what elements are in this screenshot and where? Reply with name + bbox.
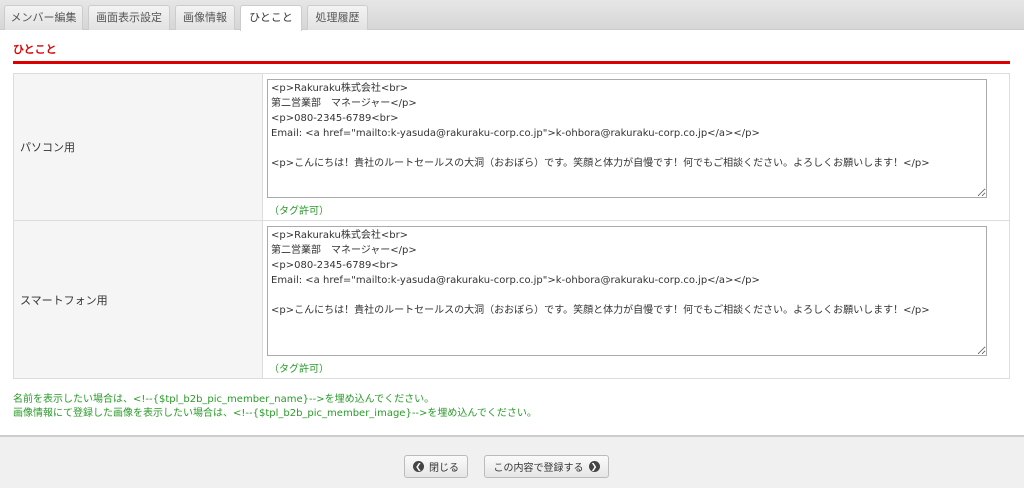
chevron-left-icon: ❮ <box>413 461 424 472</box>
smartphone-label: スマートフォン用 <box>14 221 263 378</box>
pc-textarea[interactable]: <p>Rakuraku株式会社<br> 第二営業部 マネージャー</p> <p>… <box>267 79 987 198</box>
tab-bar: メンバー編集 画面表示設定 画像情報 ひとこと 処理履歴 <box>0 0 1024 31</box>
smartphone-textarea[interactable]: <p>Rakuraku株式会社<br> 第二営業部 マネージャー</p> <p>… <box>267 226 987 356</box>
help-note-image: 画像情報にて登録した画像を表示したい場合は、<!--{$tpl_b2b_pic_… <box>13 408 537 419</box>
section-title: ひとこと <box>13 43 57 56</box>
smartphone-tag-note: （タグ許可） <box>269 364 329 375</box>
help-note-name: 名前を表示したい場合は、<!--{$tpl_b2b_pic_member_nam… <box>13 394 435 405</box>
tab-history[interactable]: 処理履歴 <box>307 5 368 30</box>
chevron-right-icon: ❯ <box>588 461 600 472</box>
help-notes: 名前を表示したい場合は、<!--{$tpl_b2b_pic_member_nam… <box>13 393 537 421</box>
close-button[interactable]: ❮ 閉じる <box>404 455 468 478</box>
tab-member-edit[interactable]: メンバー編集 <box>4 5 83 30</box>
table-row-smartphone: スマートフォン用 <p>Rakuraku株式会社<br> 第二営業部 マネージャ… <box>14 221 1009 378</box>
pc-tag-note: （タグ許可） <box>269 206 329 217</box>
close-button-label: 閉じる <box>429 463 459 474</box>
tab-display-settings[interactable]: 画面表示設定 <box>88 5 170 30</box>
footer-bar: ❮ 閉じる この内容で登録する ❯ <box>0 435 1024 488</box>
tab-image-info[interactable]: 画像情報 <box>175 5 235 30</box>
table-row-pc: パソコン用 <p>Rakuraku株式会社<br> 第二営業部 マネージャー</… <box>14 74 1009 221</box>
pc-label: パソコン用 <box>14 74 263 220</box>
section-divider <box>13 61 1010 64</box>
submit-button[interactable]: この内容で登録する ❯ <box>484 455 609 478</box>
form-table: パソコン用 <p>Rakuraku株式会社<br> 第二営業部 マネージャー</… <box>13 73 1010 379</box>
tab-hitokoto[interactable]: ひとこと <box>240 5 302 31</box>
submit-button-label: この内容で登録する <box>493 463 584 474</box>
